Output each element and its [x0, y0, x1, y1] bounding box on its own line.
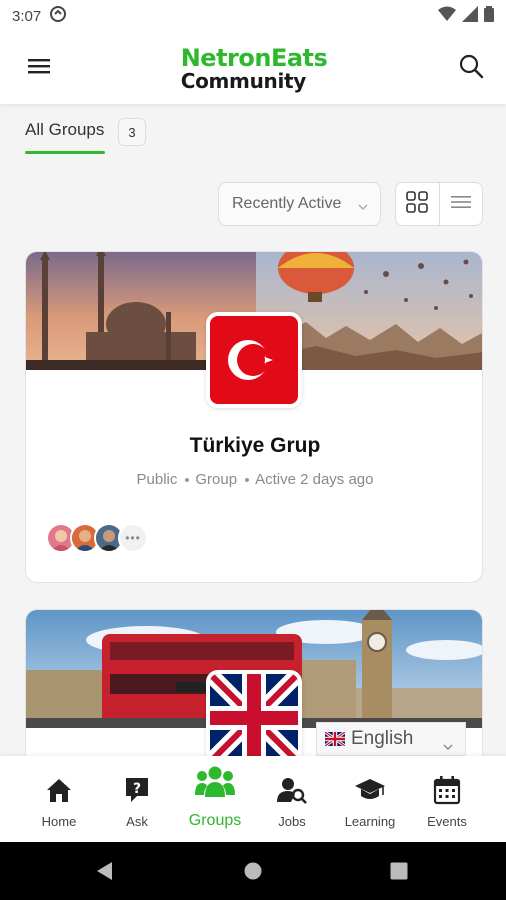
nav-item-label: Groups	[188, 812, 242, 829]
sort-dropdown[interactable]: Recently Active	[218, 182, 381, 226]
jobs-icon	[277, 774, 307, 806]
grid-view-button[interactable]	[396, 183, 440, 225]
question-icon: ?	[123, 774, 151, 806]
search-icon[interactable]	[458, 53, 484, 84]
groups-icon	[195, 762, 235, 802]
active-tab-indicator	[25, 151, 105, 154]
group-activity: Active 2 days ago	[255, 471, 374, 488]
grid-view-icon	[406, 190, 429, 218]
svg-text:?: ?	[133, 781, 141, 797]
nav-item-label: Home	[41, 814, 77, 829]
list-view-icon	[450, 194, 471, 215]
app-logo[interactable]: NetronEats Community	[181, 46, 328, 91]
logo-line-1: NetronEats	[180, 43, 328, 72]
view-toggle	[395, 182, 483, 226]
calendar-icon	[433, 774, 461, 806]
group-type: Group	[195, 471, 238, 488]
status-time: 3:07	[12, 7, 42, 25]
battery-icon	[484, 6, 494, 26]
nav-item-ask[interactable]: ? Ask	[98, 756, 176, 842]
tab-all-groups[interactable]: All Groups	[25, 120, 104, 140]
system-nav-bar	[0, 842, 506, 900]
chevron-down-icon	[358, 198, 368, 216]
more-members-icon: •••	[118, 523, 148, 553]
group-privacy: Public	[136, 471, 178, 488]
logo-line-2: Community	[180, 68, 307, 93]
signal-icon	[462, 6, 478, 26]
graduation-cap-icon	[354, 774, 386, 806]
group-card[interactable]: Türkiye Grup Public Group Active 2 days ag…	[25, 251, 483, 583]
app-header: NetronEats Community	[0, 32, 506, 104]
group-meta: Public Group Active 2 days ago	[26, 471, 482, 488]
nav-item-label: Ask	[126, 814, 148, 829]
nav-item-events[interactable]: Events	[408, 756, 486, 842]
status-icons	[438, 6, 494, 26]
turkey-flag	[206, 312, 302, 408]
nav-item-jobs[interactable]: Jobs	[253, 756, 331, 842]
chevron-down-icon	[443, 735, 453, 757]
bottom-nav: Home ? Ask Groups Jobs Learning Events	[0, 756, 506, 842]
hamburger-menu-icon[interactable]	[28, 57, 50, 80]
status-bar: 3:07	[0, 0, 506, 32]
nav-item-learning[interactable]: Learning	[331, 756, 409, 842]
uk-flag-icon	[325, 732, 345, 746]
notification-icon	[49, 5, 67, 27]
wifi-icon	[438, 6, 456, 26]
nav-item-groups[interactable]: Groups	[176, 756, 254, 842]
language-label: English	[351, 728, 414, 749]
nav-item-label: Events	[427, 814, 467, 829]
nav-item-label: Learning	[344, 814, 396, 829]
nav-item-label: Jobs	[278, 814, 306, 829]
nav-item-home[interactable]: Home	[20, 756, 98, 842]
separator-dot	[185, 478, 190, 483]
all-groups-count-badge: 3	[118, 118, 146, 146]
list-view-button[interactable]	[440, 183, 483, 225]
separator-dot	[245, 478, 250, 483]
home-button[interactable]	[244, 862, 262, 885]
groups-tabs: All Groups 3	[0, 104, 506, 156]
group-name[interactable]: Türkiye Grup	[26, 434, 482, 458]
filter-row: Recently Active	[0, 182, 506, 226]
uk-flag	[206, 670, 302, 766]
language-selector[interactable]: English	[316, 722, 466, 756]
recents-button[interactable]	[390, 862, 408, 885]
sort-dropdown-label: Recently Active	[232, 195, 342, 212]
back-button[interactable]	[96, 861, 114, 886]
home-icon	[45, 774, 73, 806]
